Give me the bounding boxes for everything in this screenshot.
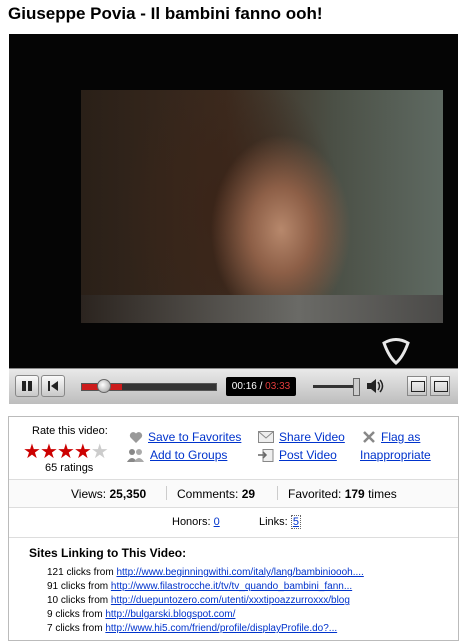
links-stat: Links: 5 (259, 515, 301, 529)
site-row: 10 clicks from http://duepuntozero.com/u… (47, 595, 350, 606)
comments-stat: Comments: 29 (177, 487, 255, 501)
site-row: 9 clicks from http://bulgarski.blogspot.… (47, 609, 235, 620)
add-groups-link[interactable]: Add to Groups (150, 448, 227, 462)
site-row: 7 clicks from http://www.hi5.com/friend/… (47, 623, 337, 634)
restart-button[interactable] (41, 375, 65, 397)
time-display: 00:16 / 03:33 (226, 377, 296, 396)
comments-value: 29 (241, 487, 256, 501)
honors-label: Honors: (172, 516, 211, 528)
save-favorites-link[interactable]: Save to Favorites (148, 430, 241, 444)
rating-stars[interactable]: ★★★★★ (23, 439, 109, 464)
video-car-dashboard (81, 295, 443, 323)
site-link[interactable]: http://www.beginningwithi.com/italy/lang… (116, 567, 363, 578)
honors-links-row: Honors: 0 Links: 5 (9, 507, 458, 538)
flag-x-icon (363, 431, 375, 443)
flag-action[interactable]: Flag as (362, 430, 420, 444)
linking-sites-section: Sites Linking to This Video: 121 clicks … (9, 537, 458, 642)
volume-handle[interactable] (353, 378, 360, 396)
video-frame[interactable] (9, 34, 458, 368)
speaker-icon[interactable] (365, 377, 385, 395)
group-icon (127, 449, 144, 462)
site-link[interactable]: http://www.filastrocche.it/tv/tv_quando_… (111, 581, 352, 592)
video-player[interactable]: 00:16 / 03:33 (9, 34, 458, 404)
rate-label: Rate this video: (32, 425, 108, 437)
rating-actions-row: Rate this video: ★★★★★ 65 ratings Save t… (9, 417, 458, 479)
site-clicks: 10 clicks from (47, 595, 109, 606)
site-clicks: 9 clicks from (47, 609, 103, 620)
add-groups-action[interactable]: Add to Groups (127, 448, 227, 462)
total-time: 03:33 (265, 381, 291, 392)
favorited-label: Favorited: (288, 487, 342, 501)
video-details-panel: Rate this video: ★★★★★ 65 ratings Save t… (8, 416, 459, 641)
channel-logo-icon (382, 338, 410, 365)
site-row: 91 clicks from http://www.filastrocche.i… (47, 581, 352, 592)
views-stat: Views: 25,350 (71, 487, 146, 501)
flag-link-line2[interactable]: Inappropriate (360, 448, 431, 462)
comments-label: Comments: (177, 487, 239, 501)
pause-button[interactable] (15, 375, 39, 397)
heart-icon (129, 431, 143, 443)
linking-sites-title: Sites Linking to This Video: (29, 546, 187, 560)
ratings-count: 65 ratings (45, 462, 94, 474)
honors-link[interactable]: 0 (214, 516, 220, 528)
seek-handle[interactable] (97, 379, 111, 393)
site-link[interactable]: http://bulgarski.blogspot.com/ (105, 609, 235, 620)
star-filled-icon[interactable]: ★ (74, 441, 92, 463)
seek-bar[interactable] (81, 379, 217, 393)
stats-divider (277, 486, 278, 500)
links-label: Links: (259, 516, 288, 528)
share-video-action[interactable]: Share Video (258, 430, 345, 444)
star-filled-icon[interactable]: ★ (40, 441, 58, 463)
video-title: Giuseppe Povia - Il bambini fanno ooh! (8, 4, 323, 23)
site-clicks: 121 clicks from (47, 567, 114, 578)
site-row: 121 clicks from http://www.beginningwith… (47, 567, 364, 578)
flag-link-line1[interactable]: Flag as (381, 430, 420, 444)
save-favorites-action[interactable]: Save to Favorites (129, 430, 241, 444)
site-clicks: 91 clicks from (47, 581, 109, 592)
video-image (81, 90, 443, 365)
views-label: Views: (71, 487, 107, 501)
site-link[interactable]: http://duepuntozero.com/utenti/xxxtipoaz… (111, 595, 350, 606)
post-video-action[interactable]: Post Video (258, 448, 337, 462)
post-video-link[interactable]: Post Video (279, 448, 337, 462)
normal-size-button[interactable] (407, 376, 427, 396)
links-link[interactable]: 5 (290, 515, 301, 529)
player-controls: 00:16 / 03:33 (9, 368, 458, 404)
site-clicks: 7 clicks from (47, 623, 103, 634)
stats-divider (166, 486, 167, 500)
share-video-link[interactable]: Share Video (279, 430, 345, 444)
stats-row: Views: 25,350 Comments: 29 Favorited: 17… (9, 479, 458, 508)
time-separator: / (259, 381, 263, 392)
volume-slider[interactable] (313, 378, 360, 396)
star-filled-icon[interactable]: ★ (57, 441, 75, 463)
envelope-icon (258, 431, 274, 443)
flag-action-line2[interactable]: Inappropriate (360, 448, 431, 462)
honors-stat: Honors: 0 (172, 516, 220, 528)
site-link[interactable]: http://www.hi5.com/friend/profile/displa… (105, 623, 337, 634)
current-time: 00:16 (231, 381, 257, 392)
star-empty-icon[interactable]: ★ (91, 441, 109, 463)
favorited-value: 179 (344, 487, 365, 501)
views-value: 25,350 (109, 487, 147, 501)
favorited-suffix: times (368, 487, 397, 501)
post-icon (258, 448, 274, 462)
fullscreen-button[interactable] (430, 376, 450, 396)
star-filled-icon[interactable]: ★ (23, 441, 41, 463)
favorited-stat: Favorited: 179 times (288, 487, 397, 501)
